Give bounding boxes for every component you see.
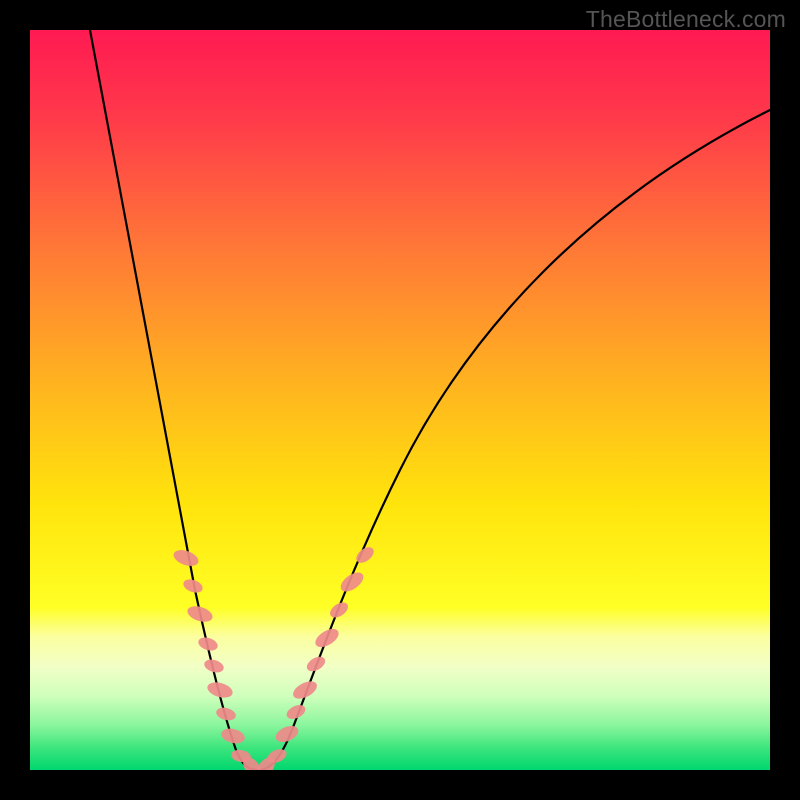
plot-area: [30, 30, 770, 770]
bead-marker: [171, 547, 200, 569]
curve-layer: [30, 30, 770, 770]
bead-marker: [197, 635, 220, 653]
chart-frame: TheBottleneck.com: [0, 0, 800, 800]
bead-marker: [220, 726, 247, 745]
bead-marker: [327, 599, 350, 620]
curve-left-curve: [90, 30, 258, 770]
curve-right-curve: [258, 110, 770, 770]
bead-marker: [304, 654, 327, 674]
bead-marker: [312, 625, 341, 651]
bead-marker: [185, 603, 214, 624]
bead-marker: [215, 706, 237, 723]
bead-marker: [203, 657, 226, 674]
watermark-text: TheBottleneck.com: [586, 6, 786, 33]
